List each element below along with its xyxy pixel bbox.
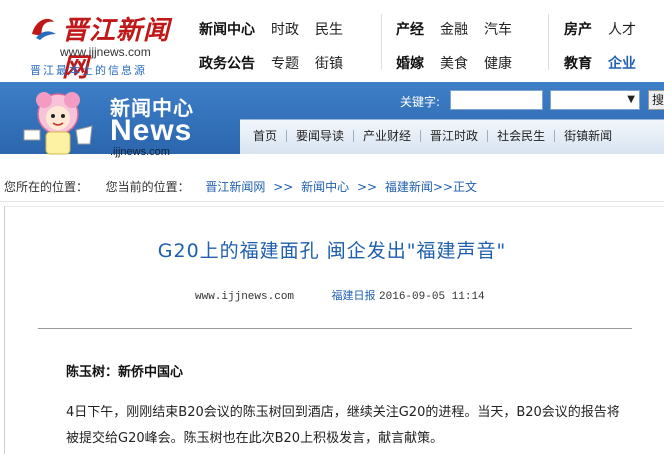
article-meta: www.ijjnews.com 福建日报 2016-09-05 11:14 [195,287,485,303]
article-divider [38,328,632,329]
topnav-food[interactable]: 美食 [440,53,468,73]
topnav-divider [548,14,549,70]
search-button[interactable]: 搜 [648,90,664,110]
subnav-industry-finance[interactable]: 产业财经 [354,127,420,144]
breadcrumb-sep: >> [356,180,378,194]
breadcrumb-sep: >> [273,180,294,194]
topnav-realestate[interactable]: 房产 [564,19,592,39]
logo-url: www.ijjnews.com [60,45,151,59]
subnav-society[interactable]: 社会民生 [488,127,554,144]
site-logo[interactable]: 晋江新闻网 www.ijjnews.com 晋江最本土的信息源 [22,6,182,83]
mascot-girl-icon [23,92,93,155]
topnav-special[interactable]: 专题 [271,53,299,73]
search-input[interactable] [450,90,543,110]
article-meta-source: 福建日报 [331,289,376,302]
breadcrumb-prefix: 您所在的位置： [4,180,89,194]
subnav-jinjiang-politics[interactable]: 晋江时政 [421,127,487,144]
topnav-finance[interactable]: 金融 [440,19,468,39]
article-subheading: 陈玉树：新侨中国心 [66,365,184,380]
topnav-industry[interactable]: 产经 [396,19,424,39]
topnav-politics[interactable]: 时政 [271,19,299,39]
breadcrumb: 您所在的位置： 您当前的位置： 晋江新闻网 >> 新闻中心 >> 福建新闻>>正… [0,172,664,202]
topnav-talent[interactable]: 人才 [608,19,636,39]
topnav-news-center[interactable]: 新闻中心 [199,19,255,39]
article-title: G20上的福建面孔 闽企发出"福建声音" [157,240,507,262]
breadcrumb-link-home[interactable]: 晋江新闻网 [205,180,265,194]
logo-swirl-icon [32,18,56,40]
search-label: 关键字: [400,95,441,109]
topnav-auto[interactable]: 汽车 [484,19,512,39]
breadcrumb-link-article[interactable]: >>正文 [433,180,477,194]
topnav-group-services: 房产 人才 教育 企业 [564,12,652,80]
dropdown-arrow-icon: ▼ [627,94,635,105]
topnav-gov-notice[interactable]: 政务公告 [199,53,255,73]
topnav-livelihood[interactable]: 民生 [315,19,343,39]
subnav-town-news[interactable]: 街镇新闻 [555,127,621,144]
topnav-group-news: 新闻中心 时政 民生 政务公告 专题 街镇 [199,12,359,80]
article-paragraph: 4日下午，刚刚结束B20会议的陈玉树回到酒店，继续关注G20的进程。当天，B20… [66,405,620,446]
topnav-towns[interactable]: 街镇 [315,53,343,73]
logo-slogan: 晋江最本土的信息源 [30,64,147,77]
section-url: .ijjnews.com [110,146,170,158]
topnav-divider [381,14,382,70]
sub-navigation: 首页 要闻导读 产业财经 晋江时政 社会民生 街镇新闻 [244,127,621,144]
topnav-enterprise[interactable]: 企业 [608,53,636,73]
section-news-word: News [110,114,193,147]
topnav-education[interactable]: 教育 [564,53,592,73]
breadcrumb-current-label: 您当前的位置： [105,180,190,194]
search-category-select[interactable]: ▼ [550,90,640,110]
topnav-wedding[interactable]: 婚嫁 [396,53,424,73]
topnav-group-life: 产经 金融 汽车 婚嫁 美食 健康 [396,12,528,80]
article-meta-url: www.ijjnews.com [195,291,295,303]
breadcrumb-link-news-center[interactable]: 新闻中心 [301,180,349,194]
site-header: 晋江新闻网 www.ijjnews.com 晋江最本土的信息源 新闻中心 时政 … [0,0,664,83]
article-meta-time: 2016-09-05 11:14 [379,291,485,303]
breadcrumb-link-fujian-news[interactable]: 福建新闻 [385,180,433,194]
subnav-headlines[interactable]: 要闻导读 [287,127,353,144]
subnav-home[interactable]: 首页 [244,127,286,144]
topnav-health[interactable]: 健康 [484,53,512,73]
